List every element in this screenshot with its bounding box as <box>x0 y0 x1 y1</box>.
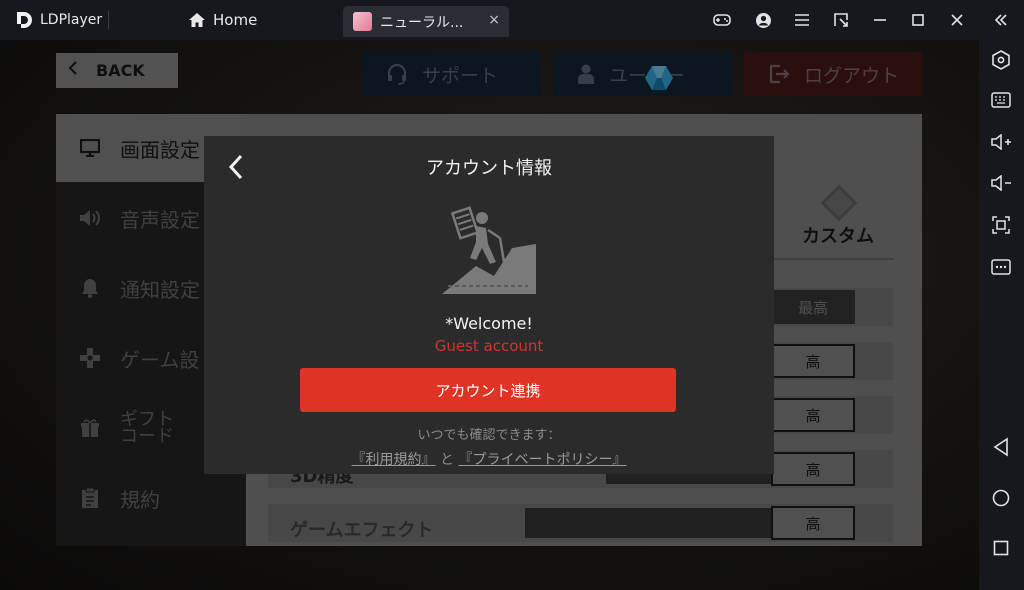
volume-down-icon[interactable] <box>989 172 1013 194</box>
brand-name: LDPlayer <box>40 12 103 28</box>
resize-icon[interactable] <box>832 11 850 29</box>
tab-app-label: ニューラル... <box>380 15 464 31</box>
link-account-button[interactable]: アカウント連携 <box>300 368 676 412</box>
gamepad-icon[interactable] <box>713 11 731 29</box>
volume-up-icon[interactable] <box>989 131 1013 153</box>
terms-link[interactable]: 『利用規約』 <box>352 452 436 468</box>
game-screen: BACK サポート ユーザー ログアウト <box>0 40 979 590</box>
tab-home[interactable]: Home <box>188 8 257 32</box>
menu-icon[interactable] <box>793 11 811 29</box>
close-icon[interactable] <box>948 11 966 29</box>
android-home-icon[interactable] <box>989 487 1013 509</box>
account-type-text: Guest account <box>434 337 544 355</box>
title-bar: LDPlayer Home ニューラル... × <box>0 0 1024 40</box>
collapse-icon[interactable] <box>989 9 1013 31</box>
emulator-window: LDPlayer Home ニューラル... × BACK サポート ログアウト… <box>0 0 1024 590</box>
and-text: と <box>440 452 454 468</box>
welcome-text: *Welcome! <box>445 314 533 333</box>
minimize-icon[interactable] <box>871 11 889 29</box>
android-recents-icon[interactable] <box>989 537 1013 559</box>
brand: LDPlayer <box>14 9 102 31</box>
climber-icon <box>442 206 536 294</box>
privacy-policy-link[interactable]: 『プライベートポリシー』 <box>458 452 626 468</box>
maximize-icon[interactable] <box>909 11 927 29</box>
android-back-icon[interactable] <box>989 436 1013 458</box>
divider <box>108 11 109 29</box>
dialog-title: アカウント情報 <box>426 158 552 179</box>
policy-links: 『利用規約』 と 『プライベートポリシー』 <box>204 449 774 469</box>
tab-home-label: Home <box>213 11 258 29</box>
app-icon <box>353 12 372 31</box>
ldplayer-logo-icon <box>17 12 32 28</box>
keyboard-icon[interactable] <box>989 89 1013 111</box>
more-icon[interactable] <box>989 256 1013 278</box>
account-info-dialog: アカウント情報 *Welcome! Guest account アカウント連携 … <box>204 136 774 474</box>
note-text: いつでも確認できます： <box>417 428 561 443</box>
tab-app[interactable]: ニューラル... × <box>343 6 509 37</box>
screenshot-icon[interactable] <box>989 214 1013 236</box>
home-icon <box>189 13 205 27</box>
settings-hex-icon[interactable] <box>989 49 1013 71</box>
tab-close-icon[interactable]: × <box>488 12 500 28</box>
user-circle-icon[interactable] <box>754 11 772 29</box>
emulator-sidebar <box>979 0 1024 590</box>
